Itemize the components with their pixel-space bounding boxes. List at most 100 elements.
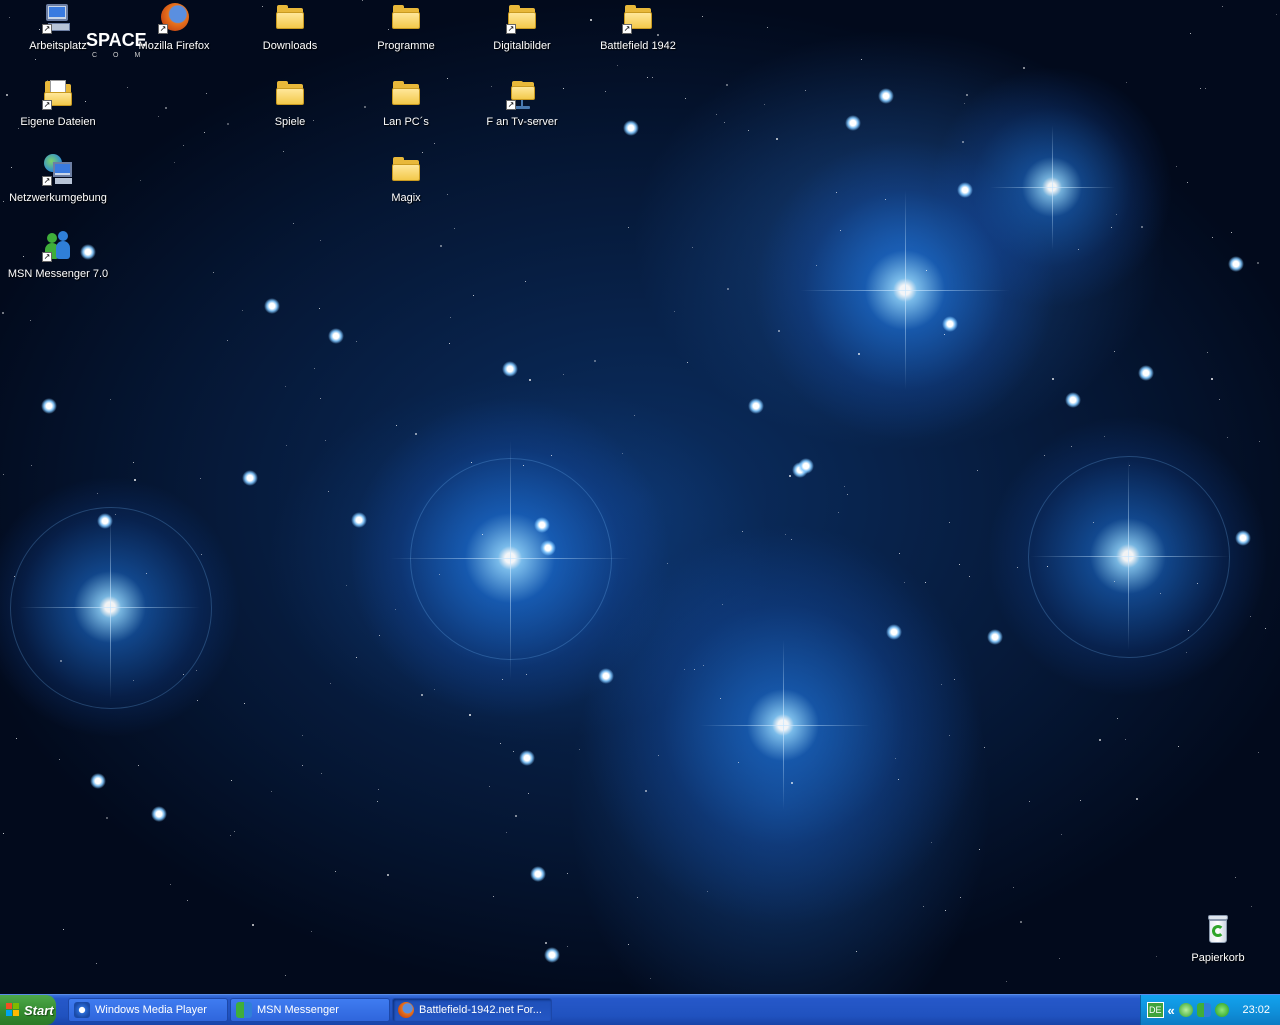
desktop-icon-label: Arbeitsplatz — [29, 40, 87, 52]
background-star — [97, 493, 98, 494]
background-star — [242, 470, 258, 486]
folder-icon: ↗ — [622, 2, 654, 34]
desktop-icon-lan-pcs[interactable]: Lan PC´s — [354, 78, 458, 129]
system-tray: DE « 23:02 — [1140, 995, 1280, 1025]
background-star — [264, 298, 280, 314]
background-star — [1071, 446, 1072, 447]
background-star — [204, 132, 205, 133]
background-star — [252, 924, 254, 926]
background-star — [271, 791, 272, 792]
media-player-icon — [74, 1002, 90, 1018]
background-star — [1125, 739, 1126, 740]
clock[interactable]: 23:02 — [1242, 1004, 1280, 1016]
background-star — [945, 910, 946, 911]
background-star — [286, 445, 287, 446]
start-label: Start — [24, 1002, 54, 1018]
background-star — [90, 773, 106, 789]
background-star — [1160, 593, 1161, 594]
background-star — [379, 635, 380, 636]
background-star — [96, 963, 97, 964]
background-star — [791, 539, 792, 540]
background-star — [748, 398, 764, 414]
background-star — [776, 138, 778, 140]
background-star — [1093, 522, 1094, 523]
background-star — [302, 765, 303, 766]
background-star — [878, 88, 894, 104]
taskbar-button-msn-messenger[interactable]: MSN Messenger — [230, 998, 390, 1022]
desktop-icon-f-an-tv-server[interactable]: ↗ F an Tv-server — [470, 78, 574, 129]
background-star — [645, 790, 647, 792]
desktop-icon-papierkorb[interactable]: Papierkorb — [1166, 914, 1270, 965]
background-star — [987, 629, 1003, 645]
background-star — [106, 817, 108, 819]
background-star — [30, 320, 31, 321]
desktop-icon-downloads[interactable]: Downloads — [238, 2, 342, 53]
computer-icon: ↗ — [42, 2, 74, 34]
background-star — [1188, 630, 1189, 631]
background-star — [415, 433, 417, 435]
background-star — [1111, 227, 1112, 228]
background-star — [791, 782, 793, 784]
desktop-icon-arbeitsplatz[interactable]: ↗ Arbeitsplatz — [6, 2, 110, 53]
desktop-icon-label: Lan PC´s — [383, 116, 429, 128]
desktop-icon-battlefield-1942[interactable]: ↗ Battlefield 1942 — [586, 2, 690, 53]
background-star — [1126, 82, 1127, 83]
background-star — [378, 789, 379, 790]
background-star — [622, 453, 623, 454]
background-star — [1265, 628, 1266, 629]
background-star — [628, 944, 629, 945]
background-star — [984, 747, 985, 748]
desktop-icon-spiele[interactable]: Spiele — [238, 78, 342, 129]
shield-check-icon[interactable] — [1178, 1003, 1193, 1017]
background-star — [969, 576, 970, 577]
taskbar-button-firefox[interactable]: Battlefield-1942.net For... — [392, 998, 552, 1022]
background-star — [140, 180, 141, 181]
background-star — [979, 849, 980, 850]
background-star — [328, 491, 329, 492]
taskbar-button-label: MSN Messenger — [257, 1004, 339, 1016]
background-star — [898, 779, 899, 780]
desktop-icon-eigene-dateien[interactable]: ↗ Eigene Dateien — [6, 78, 110, 129]
desktop-icon-magix[interactable]: Magix — [354, 154, 458, 205]
background-star — [957, 182, 973, 198]
background-star — [197, 700, 198, 701]
background-star — [1156, 956, 1157, 957]
background-star — [685, 98, 686, 99]
start-button[interactable]: Start — [0, 995, 56, 1025]
msn-buddy-icon[interactable] — [1196, 1003, 1211, 1017]
background-star — [563, 374, 564, 375]
background-star — [789, 475, 791, 477]
tray-expand-button[interactable]: « — [1168, 1003, 1175, 1018]
background-star — [1114, 351, 1115, 352]
background-star — [684, 669, 685, 670]
clover-icon[interactable] — [1214, 1003, 1229, 1017]
desktop-icon-msn-messenger-7[interactable]: ↗ MSN Messenger 7.0 — [6, 230, 110, 281]
background-star — [134, 479, 136, 481]
background-star — [242, 310, 243, 311]
desktop[interactable]: SPACE COM ↗ Arbeitsplatz ↗ Mozilla Firef… — [0, 0, 1280, 994]
background-star — [904, 582, 905, 583]
msn-messenger-icon — [236, 1002, 252, 1018]
background-star — [703, 665, 704, 666]
network-places-icon: ↗ — [42, 154, 74, 186]
background-star — [1078, 249, 1079, 250]
language-indicator[interactable]: DE — [1147, 1002, 1164, 1018]
desktop-icon-programme[interactable]: Programme — [354, 2, 458, 53]
background-star — [387, 874, 389, 876]
background-star — [1228, 256, 1244, 272]
desktop-icon-label: Downloads — [262, 40, 318, 52]
background-star — [858, 353, 860, 355]
background-star — [506, 832, 507, 833]
desktop-icon-label: Spiele — [274, 116, 306, 128]
background-star — [1197, 583, 1198, 584]
taskbar-button-windows-media-player[interactable]: Windows Media Player — [68, 998, 228, 1022]
background-star — [230, 835, 231, 836]
background-star — [183, 145, 184, 146]
background-star — [959, 564, 960, 565]
desktop-icon-mozilla-firefox[interactable]: ↗ Mozilla Firefox — [122, 2, 226, 53]
background-star — [351, 512, 367, 528]
desktop-icon-digitalbilder[interactable]: ↗ Digitalbilder — [470, 2, 574, 53]
desktop-icon-netzwerkumgebung[interactable]: ↗ Netzwerkumgebung — [6, 154, 110, 205]
space-logo-sub: COM — [92, 52, 157, 59]
background-star — [231, 780, 232, 781]
